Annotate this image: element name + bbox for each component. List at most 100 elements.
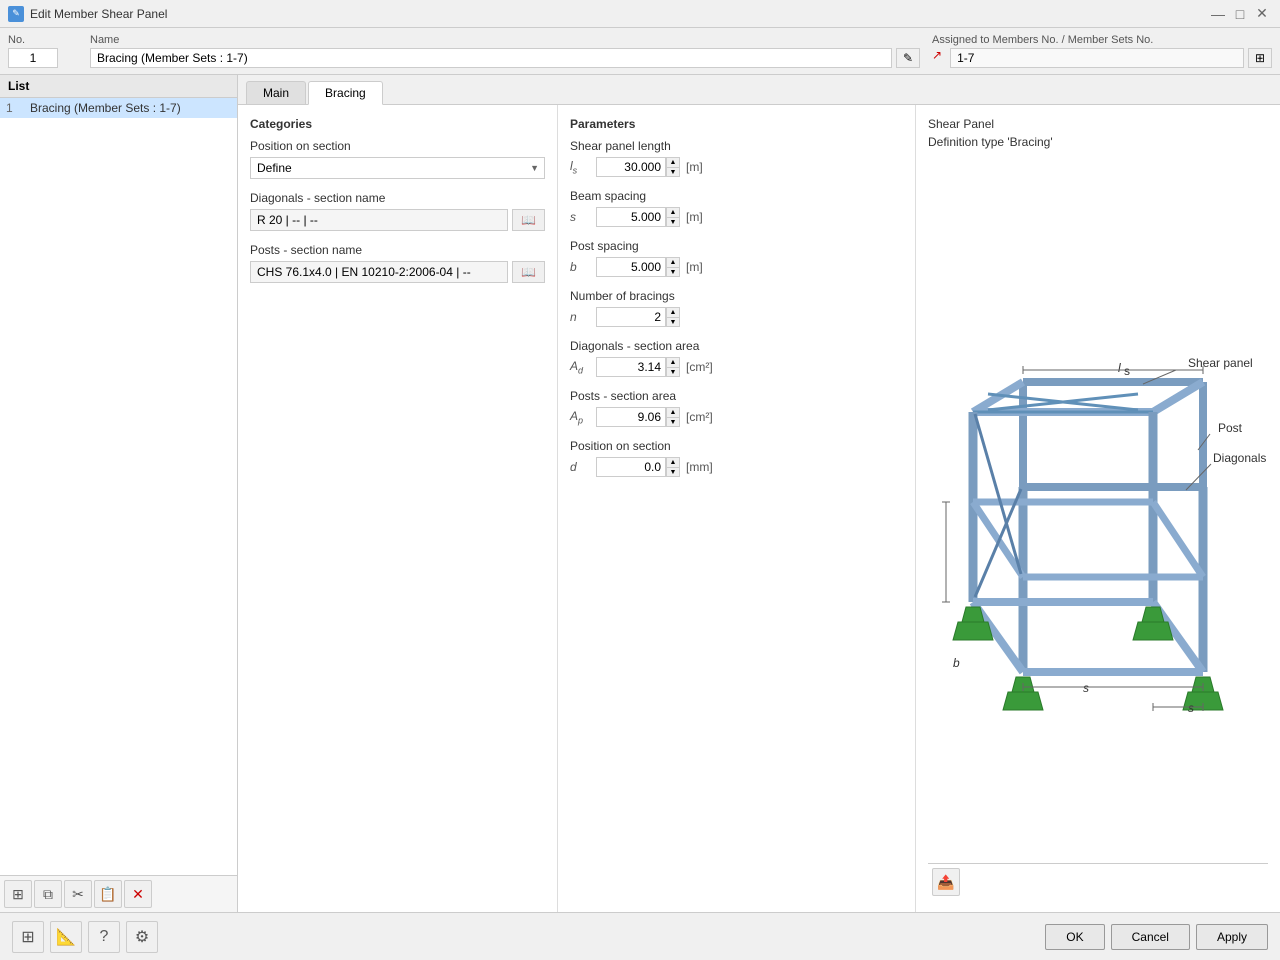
posts-area-down[interactable]: ▼ — [666, 417, 680, 427]
post-spacing-down[interactable]: ▼ — [666, 267, 680, 277]
shear-length-input[interactable] — [596, 157, 666, 177]
apply-button[interactable]: Apply — [1196, 924, 1268, 950]
num-bracings-group: Number of bracings n ▲ ▼ — [570, 289, 903, 327]
app-icon: ✎ — [8, 6, 24, 22]
post-spacing-input[interactable] — [596, 257, 666, 277]
name-edit-button[interactable]: ✎ — [896, 48, 920, 68]
grid-button[interactable]: ⊞ — [12, 921, 44, 953]
main-container: No. Name ✎ Assigned to Members No. / Mem… — [0, 28, 1280, 960]
position-d-down[interactable]: ▼ — [666, 467, 680, 477]
post-spacing-up[interactable]: ▲ — [666, 257, 680, 267]
diagram-export-button[interactable]: 📤 — [932, 868, 960, 896]
name-input[interactable] — [90, 48, 892, 68]
diagram-container: Shear panel l s Post — [928, 161, 1268, 863]
posts-area-input[interactable] — [596, 407, 666, 427]
shear-length-group: Shear panel length ls ▲ ▼ [m] — [570, 139, 903, 177]
maximize-button[interactable]: □ — [1230, 4, 1250, 24]
no-label: No. — [8, 34, 78, 46]
beam-spacing-unit: [m] — [686, 210, 722, 224]
no-section: No. — [8, 34, 78, 68]
list-paste-button[interactable]: 📋 — [94, 880, 122, 908]
diagonals-label: Diagonals — [1213, 451, 1266, 465]
position-d-label: Position on section — [570, 439, 903, 453]
assigned-label: Assigned to Members No. / Member Sets No… — [932, 34, 1272, 46]
name-section: Name ✎ — [90, 34, 920, 68]
posts-area-up[interactable]: ▲ — [666, 407, 680, 417]
diagonals-input[interactable] — [250, 209, 508, 231]
diag-area-up[interactable]: ▲ — [666, 357, 680, 367]
diag-area-group: Diagonals - section area Ad ▲ ▼ [cm²] — [570, 339, 903, 377]
tab-main[interactable]: Main — [246, 81, 306, 104]
list-item[interactable]: 1 Bracing (Member Sets : 1-7) — [0, 98, 237, 118]
num-bracings-up[interactable]: ▲ — [666, 307, 680, 317]
help-button[interactable]: ? — [88, 921, 120, 953]
window-title: Edit Member Shear Panel — [30, 7, 167, 21]
tab-bracing[interactable]: Bracing — [308, 81, 383, 105]
num-bracings-label: Number of bracings — [570, 289, 903, 303]
posts-input[interactable] — [250, 261, 508, 283]
b-label: b — [953, 656, 960, 670]
cancel-button[interactable]: Cancel — [1111, 924, 1190, 950]
beam-spacing-input[interactable] — [596, 207, 666, 227]
assigned-icon: ↗ — [932, 48, 942, 68]
no-input[interactable] — [8, 48, 58, 68]
position-select[interactable]: Define Top Bottom Center — [250, 157, 545, 179]
diagonals-book-button[interactable]: 📖 — [512, 209, 545, 231]
parameters-title: Parameters — [570, 117, 903, 131]
shear-length-symbol: ls — [570, 159, 590, 175]
position-d-input[interactable] — [596, 457, 666, 477]
shear-length-unit: [m] — [686, 160, 722, 174]
posts-label: Posts - section name — [250, 243, 545, 257]
diag-area-unit: [cm²] — [686, 360, 722, 374]
s-label-1: s — [1083, 681, 1089, 695]
list-header: List — [0, 75, 237, 98]
structure-diagram: Shear panel l s Post — [928, 302, 1268, 722]
tab-bracing-label: Bracing — [325, 86, 366, 100]
shear-panel-label: Shear panel — [1188, 356, 1253, 370]
list-cut-button[interactable]: ✂ — [64, 880, 92, 908]
shear-length-down[interactable]: ▼ — [666, 167, 680, 177]
list-copy-button[interactable]: ⧉ — [34, 880, 62, 908]
shear-length-up[interactable]: ▲ — [666, 157, 680, 167]
num-bracings-down[interactable]: ▼ — [666, 317, 680, 327]
position-d-unit: [mm] — [686, 460, 722, 474]
panels-row: Categories Position on section Define To… — [238, 105, 1280, 912]
diagram-toolbar: 📤 — [928, 863, 1268, 900]
diagonals-group: Diagonals - section name 📖 — [250, 191, 545, 231]
tab-main-label: Main — [263, 86, 289, 100]
diag-area-down[interactable]: ▼ — [666, 367, 680, 377]
list-item-text: Bracing (Member Sets : 1-7) — [30, 101, 181, 115]
ok-button[interactable]: OK — [1045, 924, 1104, 950]
settings-button[interactable]: ⚙ — [126, 921, 158, 953]
position-group: Position on section Define Top Bottom Ce… — [250, 139, 545, 179]
num-bracings-input[interactable] — [596, 307, 666, 327]
shear-length-label: Shear panel length — [570, 139, 903, 153]
name-label: Name — [90, 34, 920, 46]
close-button[interactable]: ✕ — [1252, 4, 1272, 24]
num-bracings-symbol: n — [570, 310, 590, 324]
list-content: 1 Bracing (Member Sets : 1-7) — [0, 98, 237, 875]
assigned-edit-button[interactable]: ⊞ — [1248, 48, 1272, 68]
list-toolbar: ⊞ ⧉ ✂ 📋 ✕ — [0, 875, 237, 912]
list-delete-button[interactable]: ✕ — [124, 880, 152, 908]
ls-label: l — [1118, 361, 1121, 375]
beam-spacing-up[interactable]: ▲ — [666, 207, 680, 217]
post-spacing-group: Post spacing b ▲ ▼ [m] — [570, 239, 903, 277]
content-area: List 1 Bracing (Member Sets : 1-7) ⊞ ⧉ ✂… — [0, 75, 1280, 912]
list-new-button[interactable]: ⊞ — [4, 880, 32, 908]
beam-spacing-group: Beam spacing s ▲ ▼ [m] — [570, 189, 903, 227]
ls-sub: s — [1124, 364, 1130, 378]
beam-spacing-down[interactable]: ▼ — [666, 217, 680, 227]
posts-book-button[interactable]: 📖 — [512, 261, 545, 283]
assigned-input[interactable] — [950, 48, 1244, 68]
categories-panel: Categories Position on section Define To… — [238, 105, 558, 912]
minimize-button[interactable]: — — [1208, 4, 1228, 24]
posts-area-label: Posts - section area — [570, 389, 903, 403]
ruler-button[interactable]: 📐 — [50, 921, 82, 953]
diag-area-input[interactable] — [596, 357, 666, 377]
post-spacing-unit: [m] — [686, 260, 722, 274]
bottom-action-buttons: OK Cancel Apply — [1045, 924, 1268, 950]
posts-group: Posts - section name 📖 — [250, 243, 545, 283]
diag-area-symbol: Ad — [570, 359, 590, 375]
position-d-up[interactable]: ▲ — [666, 457, 680, 467]
